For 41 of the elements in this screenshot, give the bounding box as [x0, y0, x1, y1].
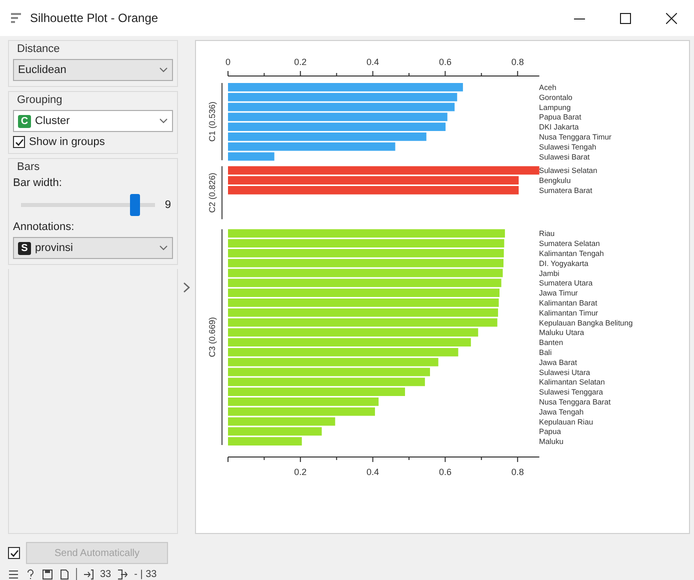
dropdown[interactable]: Euclidean	[13, 59, 173, 81]
maximize-icon[interactable]	[620, 12, 630, 24]
help-icon[interactable]	[25, 568, 36, 580]
tick-label: 0.2	[294, 57, 307, 67]
document-icon[interactable]	[59, 568, 70, 580]
tick-label: 0.4	[366, 467, 380, 477]
menu-icon[interactable]	[8, 568, 19, 580]
caret-icon	[159, 245, 168, 251]
dropdown[interactable]: C Cluster	[13, 110, 173, 132]
dropdown[interactable]: S provinsi	[13, 237, 173, 259]
app-icon	[10, 12, 22, 24]
window-title: Silhouette Plot - Orange	[30, 11, 160, 25]
tick-label: 0.4	[366, 57, 380, 67]
output-count: - | 33	[134, 568, 157, 580]
slider-value: 9	[164, 199, 171, 211]
tick-label: 0	[226, 57, 230, 67]
field-label: Bar width:	[13, 177, 63, 189]
slider-handle[interactable]	[130, 194, 140, 216]
field-label: Annotations:	[13, 221, 76, 233]
tick-label: 0.2	[294, 467, 307, 477]
cluster-label: C3 (0.669)	[207, 317, 217, 358]
close-icon[interactable]	[666, 12, 676, 24]
input-icon[interactable]	[83, 568, 94, 580]
output-icon[interactable]	[117, 568, 128, 580]
group-label: Grouping	[16, 94, 64, 106]
cluster-label: C1 (0.536)	[207, 102, 217, 142]
input-count: 33	[100, 568, 112, 580]
checkbox[interactable]	[13, 136, 25, 148]
caret-icon	[159, 118, 168, 124]
tick-label: 0.6	[438, 57, 452, 67]
caret-icon	[159, 67, 168, 73]
type-badge: S	[18, 242, 31, 254]
tick-label: 0.6	[438, 467, 452, 477]
tick-label: 0.8	[511, 467, 524, 477]
cluster-label: C2 (0.826)	[207, 172, 217, 213]
type-badge: C	[18, 114, 31, 128]
checkbox-label: Show in groups	[29, 136, 105, 148]
group-label: Bars	[16, 161, 41, 173]
group-label: Distance	[16, 43, 61, 55]
tick-label: 0.8	[511, 57, 524, 67]
save-icon[interactable]	[42, 568, 53, 580]
